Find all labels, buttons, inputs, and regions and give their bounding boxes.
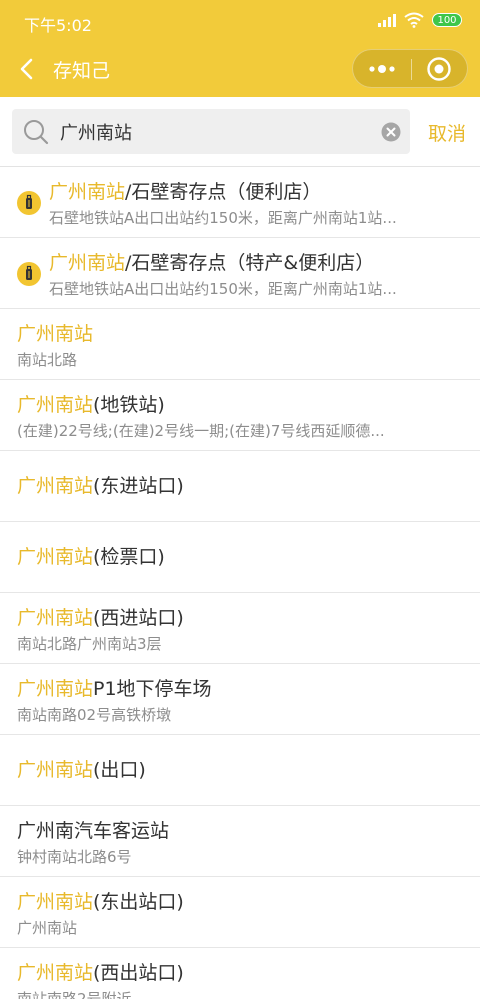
result-item[interactable]: 广州南站/石壁寄存点（便利店） 石壁地铁站A出口出站约150米，距离广州南站1站… [0, 167, 480, 238]
result-item[interactable]: 广州南站(西出站口) 南站南路2号附近 [0, 948, 480, 999]
result-subtitle: (在建)22号线;(在建)2号线一期;(在建)7号线西延顺德... [17, 422, 385, 440]
status-icons: 100 [378, 12, 462, 28]
signal-icon [378, 13, 396, 27]
result-subtitle: 石壁地铁站A出口出站约150米，距离广州南站1站... [49, 280, 397, 298]
result-title: 广州南站(地铁站) [17, 394, 165, 416]
nav-bar: 存知己 [0, 42, 480, 97]
result-title: 广州南站(东出站口) [17, 891, 184, 913]
search-input[interactable] [60, 117, 360, 147]
result-item[interactable]: 广州南站P1地下停车场 南站南路02号高铁桥墩 [0, 664, 480, 735]
status-bar: 下午5:02 100 [0, 0, 480, 42]
cancel-button[interactable]: 取消 [428, 119, 466, 146]
capsule-divider [411, 59, 412, 80]
mini-program-capsule [352, 49, 468, 88]
search-area: 取消 [0, 97, 480, 167]
result-item[interactable]: 广州南站(西进站口) 南站北路广州南站3层 [0, 593, 480, 664]
result-item[interactable]: 广州南站(地铁站) (在建)22号线;(在建)2号线一期;(在建)7号线西延顺德… [0, 380, 480, 451]
result-subtitle: 南站北路广州南站3层 [17, 635, 162, 653]
result-title: 广州南站(出口) [17, 759, 146, 781]
result-item[interactable]: 广州南站/石壁寄存点（特产&便利店） 石壁地铁站A出口出站约150米，距离广州南… [0, 238, 480, 309]
result-title: 广州南站/石壁寄存点（特产&便利店） [49, 252, 375, 274]
wifi-icon [404, 12, 424, 28]
result-subtitle: 钟村南站北路6号 [17, 848, 132, 866]
clear-search-icon[interactable] [381, 122, 401, 142]
result-title: 广州南站/石壁寄存点（便利店） [49, 181, 322, 203]
result-item[interactable]: 广州南汽车客运站 钟村南站北路6号 [0, 806, 480, 877]
result-title: 广州南站 [17, 323, 94, 345]
result-subtitle: 南站北路 [17, 351, 78, 369]
result-title: 广州南汽车客运站 [17, 820, 170, 842]
result-item[interactable]: 广州南站 南站北路 [0, 309, 480, 380]
result-item[interactable]: 广州南站(东进站口) [0, 451, 480, 522]
search-icon [24, 120, 49, 145]
result-title: 广州南站(检票口) [17, 546, 165, 568]
search-box[interactable] [12, 109, 410, 154]
result-item[interactable]: 广州南站(东出站口) 广州南站 [0, 877, 480, 948]
status-time: 下午5:02 [24, 16, 92, 35]
result-subtitle: 石壁地铁站A出口出站约150米，距离广州南站1站... [49, 209, 397, 227]
result-subtitle: 广州南站 [17, 919, 78, 937]
luggage-icon [17, 262, 41, 286]
result-title: 广州南站(西进站口) [17, 607, 184, 629]
result-subtitle: 南站南路2号附近 [17, 990, 132, 999]
result-subtitle: 南站南路02号高铁桥墩 [17, 706, 172, 724]
result-item[interactable]: 广州南站(检票口) [0, 522, 480, 593]
back-arrow-icon[interactable] [14, 55, 40, 83]
result-title: 广州南站(西出站口) [17, 962, 184, 984]
result-title: 广州南站P1地下停车场 [17, 678, 212, 700]
page-title: 存知己 [53, 60, 111, 82]
battery-icon: 100 [432, 13, 462, 27]
more-dots-icon[interactable] [365, 62, 399, 76]
top-bar: 下午5:02 100 存知己 [0, 0, 480, 97]
luggage-icon [17, 191, 41, 215]
search-results-list: 广州南站/石壁寄存点（便利店） 石壁地铁站A出口出站约150米，距离广州南站1站… [0, 167, 480, 999]
result-title: 广州南站(东进站口) [17, 475, 184, 497]
close-mini-program-icon[interactable] [426, 56, 452, 82]
result-item[interactable]: 广州南站(出口) [0, 735, 480, 806]
